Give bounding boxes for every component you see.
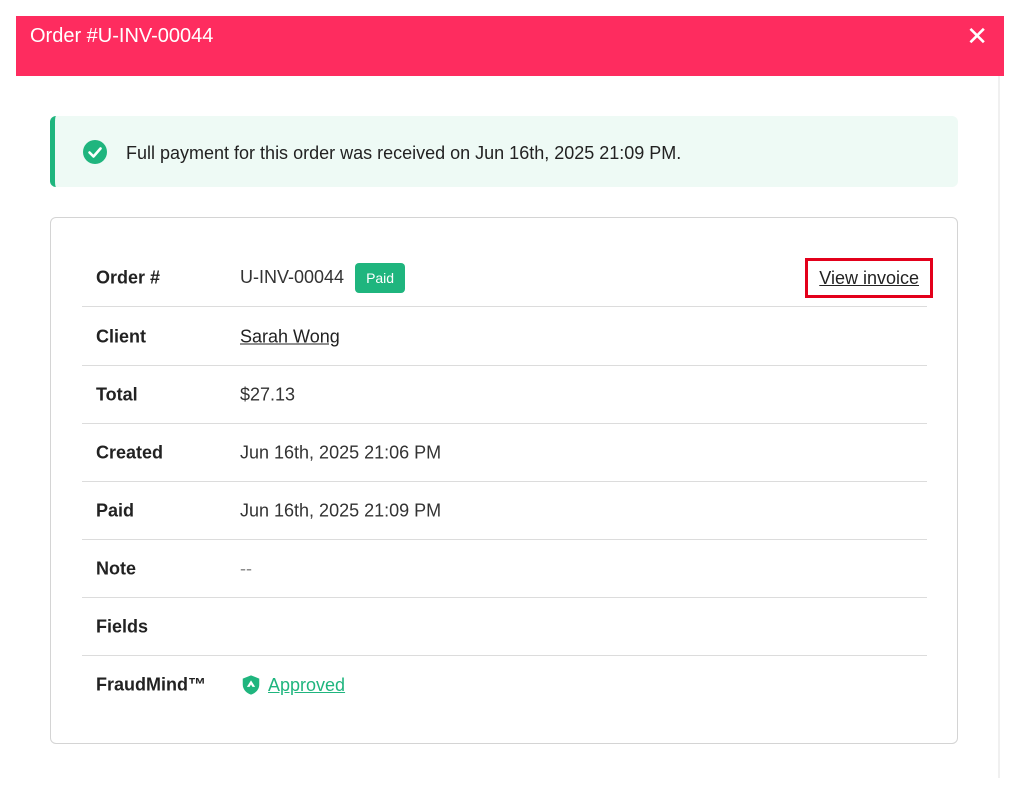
fraudmind-label: FraudMind™ (96, 674, 206, 695)
view-invoice-highlight: View invoice (805, 257, 933, 298)
client-row: Client Sarah Wong (82, 308, 927, 366)
order-number-value: U-INV-00044 (240, 267, 345, 287)
note-label: Note (96, 558, 136, 578)
created-row: Created Jun 16th, 2025 21:06 PM (82, 424, 927, 482)
fields-label: Fields (96, 616, 149, 636)
order-number-value-group: U-INV-00044 Paid (240, 262, 406, 293)
scrollbar-track (998, 76, 1000, 778)
fraudmind-value-group: Approved (240, 674, 345, 696)
order-number-label: Order # (96, 267, 161, 287)
view-invoice-link[interactable]: View invoice (819, 268, 919, 288)
total-label: Total (96, 384, 138, 404)
shield-icon (242, 675, 260, 695)
paid-status-badge: Paid (355, 262, 406, 293)
client-value-group: Sarah Wong (240, 326, 340, 347)
paid-row: Paid Jun 16th, 2025 21:09 PM (82, 482, 927, 540)
fields-row: Fields (82, 598, 927, 656)
order-number-row: Order # U-INV-00044 Paid View invoice (82, 249, 933, 307)
client-link[interactable]: Sarah Wong (240, 326, 340, 347)
close-icon[interactable]: ✕ (966, 23, 988, 49)
note-value: -- (240, 558, 252, 578)
client-label: Client (96, 326, 147, 346)
total-value: $27.13 (240, 384, 296, 404)
total-row: Total $27.13 (82, 366, 927, 424)
created-label: Created (96, 442, 164, 462)
check-circle-icon (83, 140, 107, 164)
created-value: Jun 16th, 2025 21:06 PM (240, 442, 442, 462)
paid-value: Jun 16th, 2025 21:09 PM (240, 500, 442, 520)
note-row: Note -- (82, 540, 927, 598)
modal-title: Order #U-INV-00044 (30, 25, 214, 47)
alert-message: Full payment for this order was received… (126, 143, 682, 163)
payment-success-alert: Full payment for this order was received… (50, 116, 958, 187)
fraudmind-approved-link[interactable]: Approved (268, 675, 345, 696)
fraudmind-row: FraudMind™ Approved (82, 656, 927, 714)
paid-label: Paid (96, 500, 135, 520)
order-details-card: Order # U-INV-00044 Paid View invoice Cl… (50, 217, 958, 744)
modal-header: Order #U-INV-00044 ✕ (16, 16, 1004, 76)
